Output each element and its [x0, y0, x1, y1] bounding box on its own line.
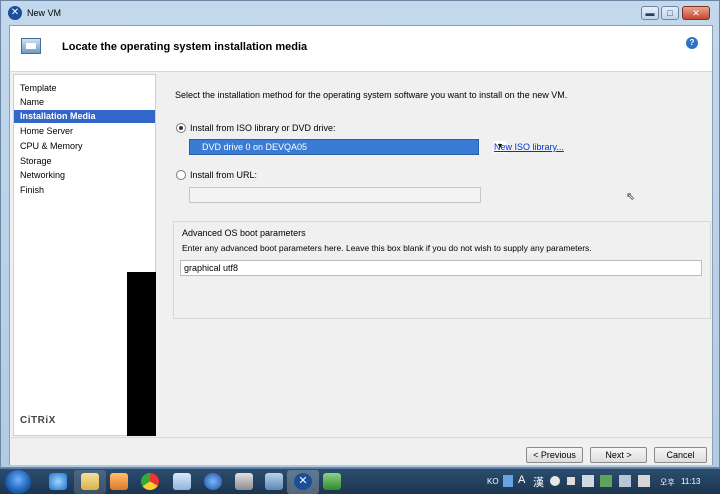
close-button[interactable]: ✕	[682, 6, 710, 20]
xencenter-app-icon: ✕	[8, 6, 22, 20]
chrome-icon[interactable]	[141, 473, 159, 490]
nav-item-template[interactable]: Template	[14, 82, 155, 95]
advanced-boot-group: Advanced OS boot parameters Enter any ad…	[173, 221, 711, 319]
new-iso-library-link[interactable]: New ISO library...	[494, 142, 564, 152]
url-input[interactable]	[189, 187, 481, 203]
tray-arrow-icon[interactable]	[567, 477, 575, 485]
wizard-content: Locate the operating system installation…	[9, 25, 713, 465]
vm-wizard-icon	[21, 38, 41, 54]
advanced-boot-description: Enter any advanced boot parameters here.…	[182, 243, 592, 253]
iso-source-value: DVD drive 0 on DEVQA05	[202, 142, 308, 152]
minimize-button[interactable]: ▬	[641, 6, 659, 20]
excel-icon[interactable]	[323, 473, 341, 490]
taskbar: ✕ KO A 漢 오후 11:13	[0, 468, 720, 494]
nav-item-installation-media[interactable]: Installation Media	[14, 110, 155, 123]
mouse-cursor-icon: ⇖	[626, 191, 636, 203]
ime-icon[interactable]	[503, 475, 513, 487]
main-window: ✕ New VM ▬ □ ✕ Locate the operating syst…	[0, 0, 720, 468]
iso-radio-label[interactable]: Install from ISO library or DVD drive:	[190, 123, 336, 133]
boot-params-input[interactable]: graphical utf8	[180, 260, 702, 276]
wizard-header: Locate the operating system installation…	[10, 26, 712, 72]
wizard-button-bar: < Previous Next > Cancel	[10, 437, 712, 465]
url-radio-label[interactable]: Install from URL:	[190, 170, 257, 180]
taskbar-slot-explorer[interactable]	[74, 470, 106, 494]
nav-item-networking[interactable]: Networking	[14, 169, 155, 182]
clock-ampm[interactable]: 오후	[660, 477, 675, 488]
settings-tool-icon[interactable]	[235, 473, 253, 490]
media-player-icon[interactable]	[110, 473, 128, 490]
tray-settings-icon[interactable]	[550, 476, 560, 486]
main-panel: Select the installation method for the o…	[157, 74, 712, 436]
maximize-button[interactable]: □	[661, 6, 679, 20]
taskbar-slot-xencenter[interactable]: ✕	[287, 470, 319, 494]
clock-time[interactable]: 11:13	[681, 477, 700, 486]
language-indicator[interactable]: KO	[487, 477, 499, 486]
intro-text: Select the installation method for the o…	[175, 90, 568, 100]
help-icon[interactable]: ?	[686, 37, 698, 49]
url-radio[interactable]	[176, 170, 186, 180]
ime-mode-a[interactable]: A	[518, 474, 525, 486]
nav-decor-block	[127, 272, 156, 436]
wizard-nav: Template Name Installation Media Home Se…	[13, 74, 156, 436]
ie-icon[interactable]	[49, 473, 67, 490]
flag-icon[interactable]	[600, 475, 612, 487]
volume-icon[interactable]	[638, 475, 650, 487]
nav-item-cpu-memory[interactable]: CPU & Memory	[14, 140, 155, 153]
nav-item-storage[interactable]: Storage	[14, 155, 155, 168]
next-button[interactable]: Next >	[590, 447, 647, 463]
iso-radio[interactable]	[176, 123, 186, 133]
nav-item-name[interactable]: Name	[14, 96, 155, 109]
network-icon[interactable]	[619, 475, 631, 487]
page-title: Locate the operating system installation…	[62, 41, 308, 53]
nav-item-finish[interactable]: Finish	[14, 184, 155, 197]
xencenter-icon: ✕	[294, 473, 312, 490]
tray-app-icon[interactable]	[582, 475, 594, 487]
previous-button[interactable]: < Previous	[526, 447, 583, 463]
cancel-button[interactable]: Cancel	[654, 447, 707, 463]
advanced-boot-title: Advanced OS boot parameters	[182, 228, 306, 238]
window-title: New VM	[27, 8, 62, 18]
nav-item-home-server[interactable]: Home Server	[14, 125, 155, 138]
folder-icon	[81, 473, 99, 490]
window-switch-icon[interactable]	[173, 473, 191, 490]
start-button[interactable]	[5, 470, 31, 494]
ime-hanja[interactable]: 漢	[533, 474, 544, 490]
citrix-logo: CiTRiX	[20, 415, 56, 426]
network-globe-icon[interactable]	[204, 473, 222, 490]
iso-source-dropdown[interactable]: DVD drive 0 on DEVQA05 ▼	[189, 139, 506, 155]
remote-desktop-icon[interactable]	[265, 473, 283, 490]
title-bar[interactable]: ✕ New VM ▬ □ ✕	[1, 1, 719, 25]
